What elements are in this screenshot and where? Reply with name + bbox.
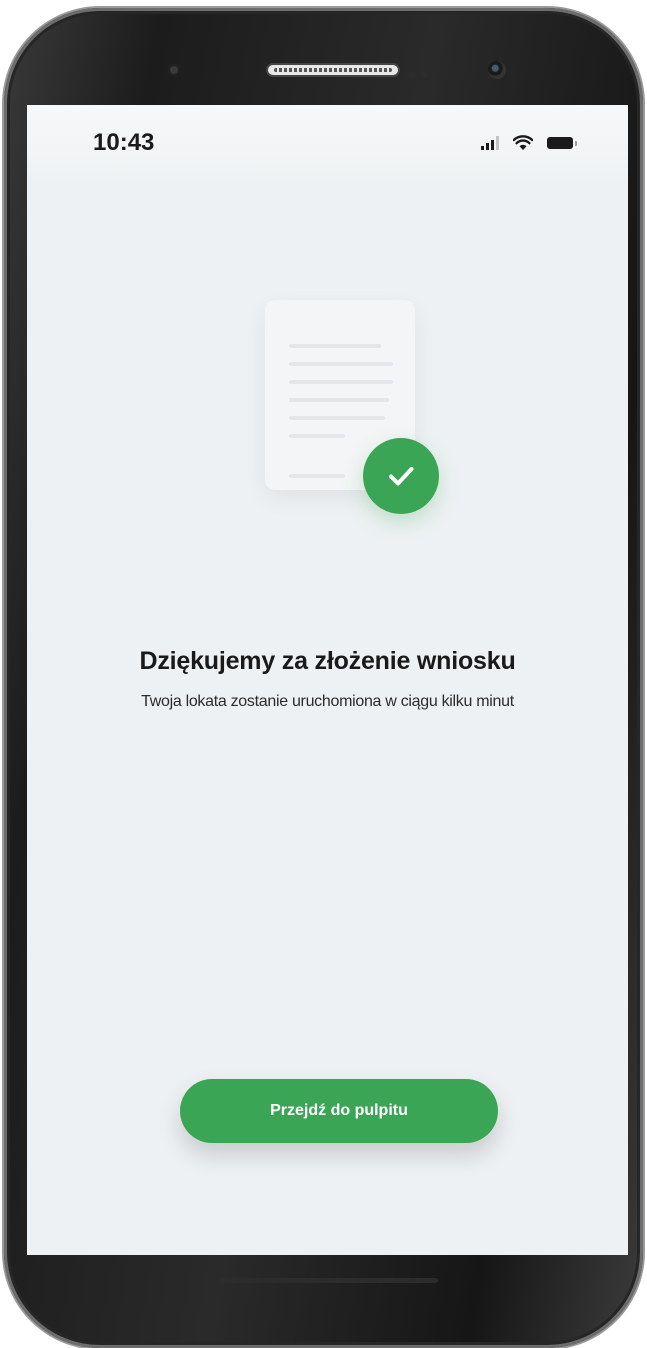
confirmation-message: Twoja lokata zostanie uruchomiona w ciąg…: [141, 693, 514, 710]
sensor-dots: [408, 66, 448, 79]
success-illustration: [255, 300, 455, 520]
proximity-sensor: [168, 64, 180, 76]
confirmation-title: Dziękujemy za złożenie wniosku: [139, 647, 516, 675]
battery-icon: [547, 137, 577, 149]
status-time: 10:43: [93, 129, 155, 156]
wifi-icon: [513, 135, 533, 150]
app-screen: 10:43 Dziękujemy za złożenie wniosku Two…: [27, 105, 628, 1255]
earpiece-speaker: [266, 63, 400, 77]
front-camera: [488, 61, 506, 79]
home-indicator: [218, 1278, 438, 1283]
success-badge: [363, 438, 439, 514]
go-to-dashboard-button[interactable]: Przejdź do pulpitu: [180, 1079, 498, 1143]
check-icon: [389, 467, 414, 486]
phone-frame: 10:43 Dziękujemy za złożenie wniosku Two…: [4, 8, 643, 1348]
signal-icon: [481, 136, 499, 150]
status-bar: 10:43: [27, 105, 628, 187]
status-icons: [481, 135, 577, 151]
